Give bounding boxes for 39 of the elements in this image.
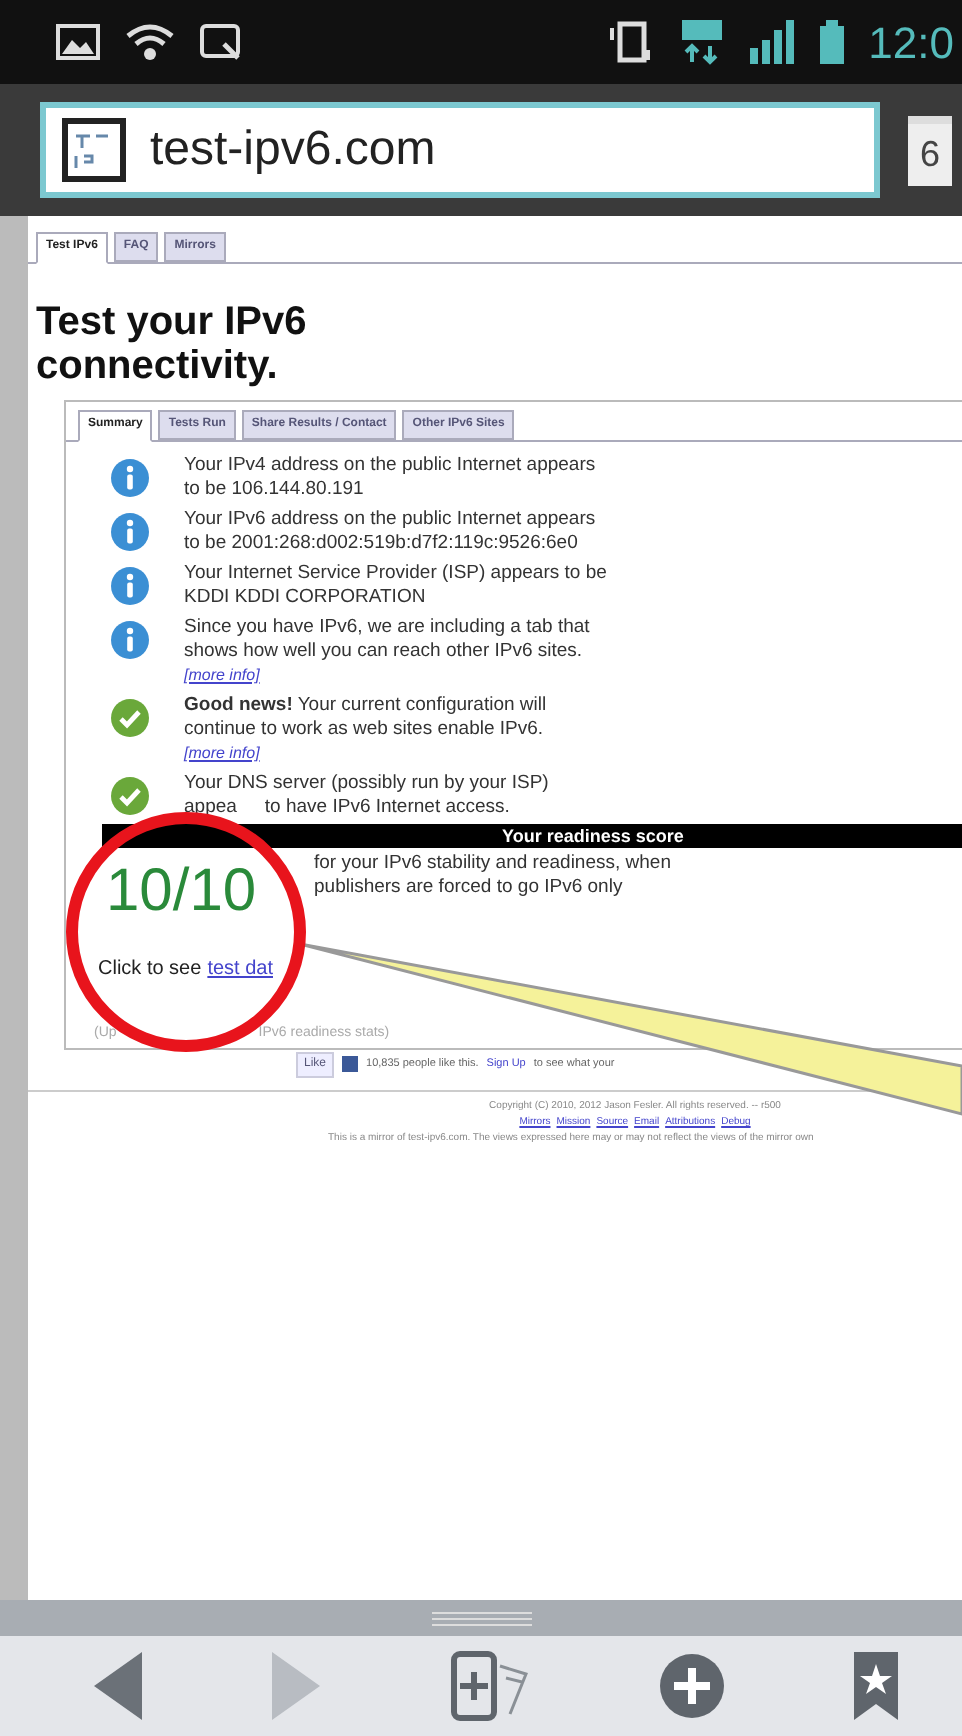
click-label: Click to see bbox=[98, 956, 202, 984]
clock-time: 12:0 bbox=[868, 15, 954, 71]
score-header: Your readiness score bbox=[102, 824, 962, 848]
page-heading: Test your IPv6 connectivity. bbox=[36, 300, 309, 388]
result-text: Good news! Your current configuration will continue to work as web sites enable IPv6. bbox=[184, 694, 549, 742]
more-info-link[interactable]: [more info] bbox=[184, 664, 260, 688]
address-field[interactable]: test-ipv6.com bbox=[40, 102, 880, 198]
result-text: appea bbox=[184, 796, 237, 820]
new-tab-icon[interactable] bbox=[449, 1650, 529, 1722]
info-icon bbox=[110, 512, 150, 552]
test-data-link[interactable]: test dat bbox=[207, 954, 273, 984]
screenshot-icon bbox=[200, 22, 244, 62]
more-info-link[interactable]: [more info] bbox=[184, 742, 260, 766]
signal-icon bbox=[748, 20, 797, 64]
info-icon bbox=[110, 620, 150, 660]
wifi-icon bbox=[124, 22, 176, 62]
bookmark-icon[interactable] bbox=[853, 1652, 897, 1720]
result-text: Your Internet Service Provider (ISP) appears to be KDDI KDDI CORPORATION bbox=[184, 562, 608, 610]
url-text: test-ipv6.com bbox=[150, 120, 436, 180]
checkmark-icon bbox=[110, 776, 150, 816]
tab-count-button[interactable]: 6 bbox=[908, 115, 953, 185]
battery-icon bbox=[820, 20, 845, 64]
resize-handle[interactable] bbox=[0, 1600, 962, 1636]
result-text: to have IPv6 Internet access. bbox=[264, 796, 510, 820]
score-value: 10/10 bbox=[106, 858, 257, 924]
checkmark-icon bbox=[110, 698, 150, 738]
add-icon[interactable] bbox=[659, 1654, 723, 1718]
site-logo-icon bbox=[62, 118, 126, 182]
facebook-icon bbox=[342, 1056, 359, 1072]
image-icon bbox=[56, 24, 100, 60]
result-text: Your DNS server (possibly run by your ISP) bbox=[184, 772, 551, 796]
back-icon[interactable] bbox=[93, 1652, 141, 1720]
score-description: for your IPv6 stability and readiness, when publishers are forced to go IPv6 only bbox=[314, 852, 673, 900]
result-text: Since you have IPv6, we are including a tab that shows how well you can reach other IPv6 sites. bbox=[184, 616, 592, 664]
info-icon bbox=[110, 458, 150, 498]
result-text: Your IPv6 address on the public Internet appears to be 2001:268:d002:519b:d7f2:119c:9526:6e0 bbox=[184, 508, 598, 556]
info-icon bbox=[110, 566, 150, 606]
lte-icon bbox=[680, 18, 725, 66]
result-text: Your IPv4 address on the public Internet appears to be 106.144.80.191 bbox=[184, 454, 598, 502]
